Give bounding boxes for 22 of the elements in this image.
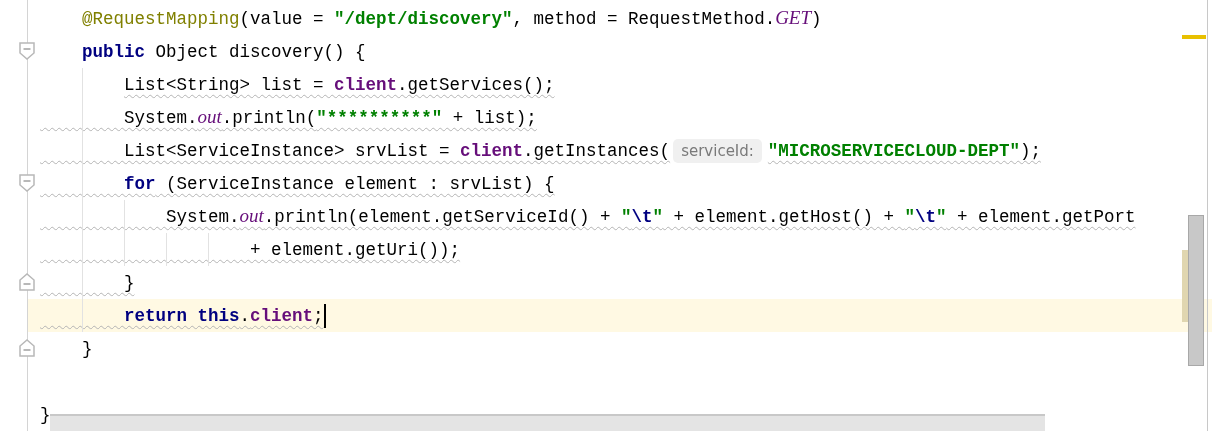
code-text: } xyxy=(40,403,51,427)
parameter-hint: serviceId: xyxy=(673,138,762,163)
code-text: List<ServiceInstance> srvList = client.getInstances( xyxy=(124,139,671,163)
horizontal-scrollbar[interactable] xyxy=(50,414,1045,431)
text-cursor xyxy=(323,303,326,328)
code-text: System.out.println(element.getServiceId() + "\t" + element.getHost() + "\t" + element.getPort xyxy=(166,204,1136,229)
code-text: for (ServiceInstance element : srvList) { xyxy=(124,172,555,196)
warning-marker[interactable] xyxy=(1182,35,1206,39)
code-text: List<String> list = client.getServices(); xyxy=(124,73,555,97)
code-text: public Object discovery() { xyxy=(82,40,366,64)
code-text: } xyxy=(124,271,135,295)
fold-end-icon[interactable] xyxy=(19,273,35,291)
code-text: return this.client; xyxy=(124,304,324,328)
code-text: + element.getUri()); xyxy=(250,238,461,262)
vertical-scrollbar[interactable] xyxy=(1188,215,1204,366)
code-text: System.out.println("**********" + list); xyxy=(124,105,537,130)
code-text: "MICROSERVICECLOUD-DEPT"); xyxy=(767,139,1041,163)
code-text: } xyxy=(82,337,93,361)
fold-collapse-icon[interactable] xyxy=(19,42,35,60)
fold-collapse-icon[interactable] xyxy=(19,174,35,192)
code-text: @RequestMapping(value = "/dept/discovery", method = RequestMethod.GET) xyxy=(82,6,822,31)
fold-end-icon[interactable] xyxy=(19,339,35,357)
